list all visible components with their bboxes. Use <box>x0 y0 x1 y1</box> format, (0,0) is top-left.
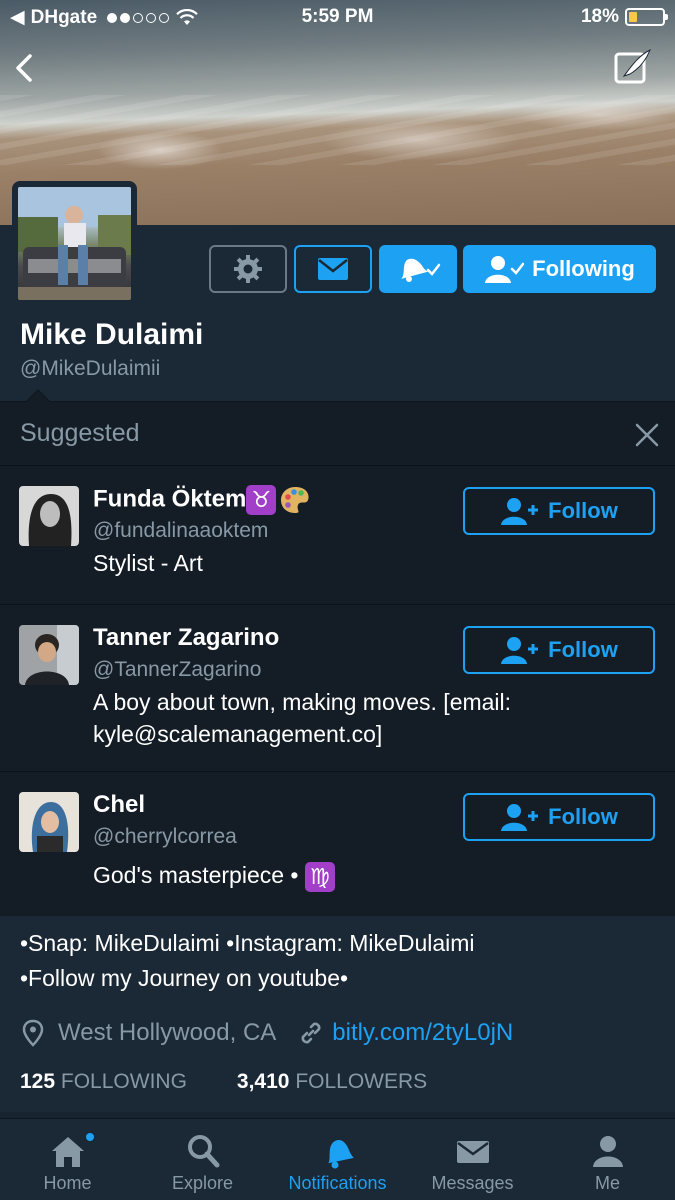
home-icon <box>51 1137 84 1167</box>
add-person-icon <box>501 498 539 525</box>
envelope-icon <box>318 258 348 280</box>
link-icon <box>301 1022 321 1044</box>
tab-messages-label: Messages <box>431 1173 514 1193</box>
tab-explore[interactable]: Explore <box>135 1119 270 1200</box>
tab-home-label: Home <box>43 1173 92 1193</box>
suggested-user-avatar[interactable] <box>19 625 79 685</box>
tab-notifications-label: Notifications <box>288 1173 387 1193</box>
follow-button[interactable]: Follow <box>463 487 655 535</box>
tab-notifications[interactable]: Notifications <box>270 1119 405 1200</box>
followers-stat[interactable]: 3,410 FOLLOWERS <box>237 1070 427 1094</box>
gear-icon <box>234 255 262 283</box>
suggested-header: Suggested <box>0 402 675 466</box>
suggested-user-handle: @TannerZagarino <box>93 658 262 681</box>
profile-name: Mike Dulaimi <box>20 318 204 351</box>
status-bar: ◀ DHgate 5:59 PM 18% <box>0 0 675 36</box>
close-icon[interactable] <box>634 422 660 448</box>
suggested-user-name: Funda Öktem ♉ <box>93 485 311 515</box>
suggested-user-bio: Stylist - Art <box>93 550 203 576</box>
follow-label: Follow <box>548 498 618 523</box>
bio-line: •Snap: MikeDulaimi •Instagram: MikeDulai… <box>20 930 475 956</box>
following-count: 125 <box>20 1070 56 1093</box>
add-person-icon <box>501 804 539 831</box>
home-unread-badge <box>84 1131 96 1143</box>
virgo-emoji-icon: ♍ <box>304 861 335 892</box>
suggested-user[interactable]: Funda Öktem ♉ @fundalinaaoktem Stylist - … <box>0 466 675 605</box>
suggested-user[interactable]: Chel @cherrylcorrea God's masterpiece • … <box>0 772 675 917</box>
suggested-user-handle: @cherrylcorrea <box>93 825 237 848</box>
back-chevron-icon[interactable] <box>8 48 42 88</box>
following-label: Following <box>532 256 635 281</box>
suggested-user[interactable]: Tanner Zagarino @TannerZagarino A boy ab… <box>0 605 675 772</box>
followers-count: 3,410 <box>236 1070 290 1093</box>
battery-percent: 18% <box>580 6 619 27</box>
suggested-user-name: Chel <box>93 791 146 818</box>
profile-meta: West Hollywood, CA bitly.com/2tyL0jN <box>22 1016 513 1050</box>
settings-button[interactable] <box>209 245 287 293</box>
suggested-user-bio: A boy about town, making moves. [email: … <box>93 689 512 747</box>
location-pin-icon <box>22 1019 44 1047</box>
following-stat[interactable]: 125 FOLLOWING <box>20 1070 187 1094</box>
profile-stats: 125 FOLLOWING 3,410 FOLLOWERS <box>20 1070 427 1094</box>
suggested-user-bio: God's masterpiece • ♍ <box>93 859 633 892</box>
follow-label: Follow <box>548 804 618 829</box>
follow-button[interactable]: Follow <box>463 793 655 841</box>
envelope-icon <box>456 1141 489 1163</box>
followers-stat-label: FOLLOWERS <box>295 1070 428 1093</box>
profile-avatar[interactable] <box>12 181 137 306</box>
suggested-user-handle: @fundalinaaoktem <box>93 519 269 542</box>
search-icon <box>187 1135 219 1168</box>
follow-button[interactable]: Follow <box>463 626 655 674</box>
bio-line: •Follow my Journey on youtube• <box>20 965 349 991</box>
suggested-title: Suggested <box>20 419 140 447</box>
profile-handle: @MikeDulaimii <box>20 357 161 380</box>
following-button[interactable]: Following <box>463 245 656 293</box>
profile-bio: •Snap: MikeDulaimi •Instagram: MikeDulai… <box>20 926 660 996</box>
suggested-user-avatar[interactable] <box>19 486 79 546</box>
follow-label: Follow <box>548 637 618 662</box>
compose-tweet-icon[interactable] <box>612 46 654 88</box>
notifications-on-button[interactable] <box>379 245 457 293</box>
person-icon <box>592 1136 623 1167</box>
taurus-emoji-icon: ♉ <box>246 485 277 515</box>
battery-icon <box>625 8 668 26</box>
profile-location: West Hollywood, CA <box>58 1019 277 1046</box>
suggested-user-avatar[interactable] <box>19 792 79 852</box>
add-person-icon <box>501 637 539 664</box>
direct-message-button[interactable] <box>294 245 372 293</box>
palette-emoji-icon <box>281 487 309 513</box>
profile-link[interactable]: bitly.com/2tyL0jN <box>332 1019 513 1047</box>
bell-check-icon <box>401 258 441 282</box>
tab-messages[interactable]: Messages <box>405 1119 540 1200</box>
suggested-user-name: Tanner Zagarino <box>93 624 280 651</box>
person-check-icon <box>485 256 525 283</box>
bell-icon <box>327 1140 354 1169</box>
battery-indicator: 18% <box>580 6 668 28</box>
bottom-tab-bar: Home Explore Notifications Messages Me <box>0 1118 675 1200</box>
tab-explore-label: Explore <box>171 1173 234 1193</box>
status-time: 5:59 PM <box>301 6 374 27</box>
tab-me[interactable]: Me <box>540 1119 675 1200</box>
suggested-panel: Suggested Funda Öktem ♉ @fundalinaaoktem … <box>0 401 675 916</box>
following-stat-label: FOLLOWING <box>60 1070 187 1093</box>
tab-me-label: Me <box>594 1173 620 1193</box>
tab-home[interactable]: Home <box>0 1119 135 1200</box>
